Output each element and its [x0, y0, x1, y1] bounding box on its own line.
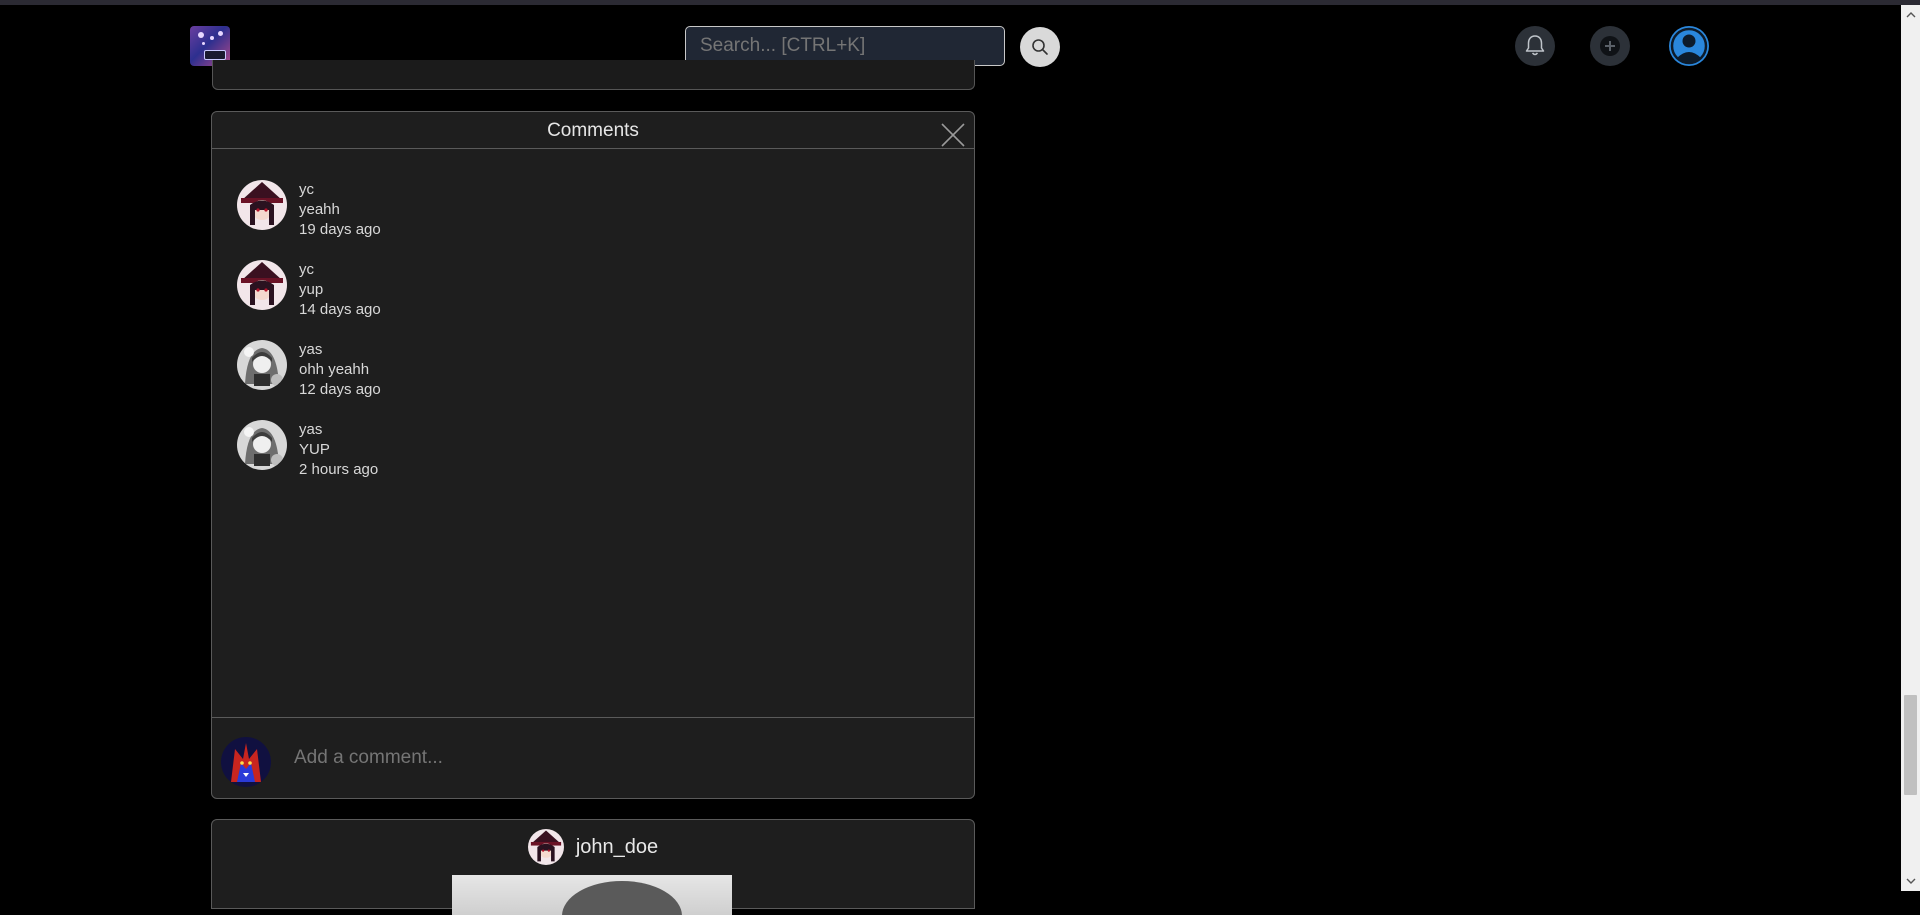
- browser-top-strip: [0, 0, 1920, 5]
- avatar[interactable]: [237, 340, 287, 390]
- comment-item: yc yup 14 days ago: [237, 260, 937, 340]
- comment-timestamp: 12 days ago: [299, 381, 381, 398]
- chevron-up-icon: [1906, 12, 1915, 18]
- profile-button[interactable]: [1669, 26, 1709, 66]
- scrollbar-thumb[interactable]: [1904, 695, 1917, 795]
- comment-composer: [212, 717, 974, 798]
- notifications-button[interactable]: [1515, 26, 1555, 66]
- chevron-down-icon: [1906, 878, 1915, 884]
- scroll-down-arrow[interactable]: [1901, 873, 1920, 889]
- post-image[interactable]: [452, 875, 732, 915]
- post-card: john_doe: [211, 819, 975, 915]
- avatar[interactable]: [237, 260, 287, 310]
- comment-input[interactable]: [292, 740, 892, 776]
- comments-title: Comments: [212, 112, 974, 149]
- user-icon: [1670, 27, 1708, 65]
- close-comments-button[interactable]: [940, 122, 966, 148]
- previous-post-card: [212, 60, 975, 90]
- avatar[interactable]: [237, 420, 287, 470]
- comment-item: yas YUP 2 hours ago: [237, 420, 937, 500]
- search-icon: [1032, 39, 1048, 55]
- comment-text: yup: [299, 281, 324, 298]
- comment-username[interactable]: yc: [299, 260, 381, 280]
- comments-panel: Comments yc yeahh 19 days ago yc yup 14 …: [211, 111, 975, 799]
- comment-text: YUP: [299, 441, 330, 458]
- avatar: [221, 737, 271, 787]
- page-scrollbar[interactable]: [1901, 5, 1920, 891]
- avatar[interactable]: [527, 829, 564, 865]
- bell-icon: [1525, 35, 1545, 56]
- comment-timestamp: 2 hours ago: [299, 461, 379, 478]
- comment-text: yeahh: [299, 201, 340, 218]
- create-post-button[interactable]: [1590, 26, 1630, 66]
- avatar[interactable]: [237, 180, 287, 230]
- comment-list: yc yeahh 19 days ago yc yup 14 days ago …: [237, 180, 937, 500]
- comment-username[interactable]: yas: [299, 340, 381, 360]
- search-button[interactable]: [1020, 27, 1060, 67]
- close-icon: [941, 123, 965, 147]
- comment-text: ohh yeahh: [299, 361, 370, 378]
- post-author[interactable]: john_doe: [212, 829, 974, 865]
- comment-username[interactable]: yc: [299, 180, 381, 200]
- post-author-name[interactable]: john_doe: [576, 836, 658, 859]
- comment-item: yc yeahh 19 days ago: [237, 180, 937, 260]
- plus-circle-icon: [1600, 36, 1620, 56]
- comment-timestamp: 19 days ago: [299, 221, 381, 238]
- comment-username[interactable]: yas: [299, 420, 378, 440]
- comment-timestamp: 14 days ago: [299, 301, 381, 318]
- scroll-up-arrow[interactable]: [1901, 7, 1920, 23]
- comment-item: yas ohh yeahh 12 days ago: [237, 340, 937, 420]
